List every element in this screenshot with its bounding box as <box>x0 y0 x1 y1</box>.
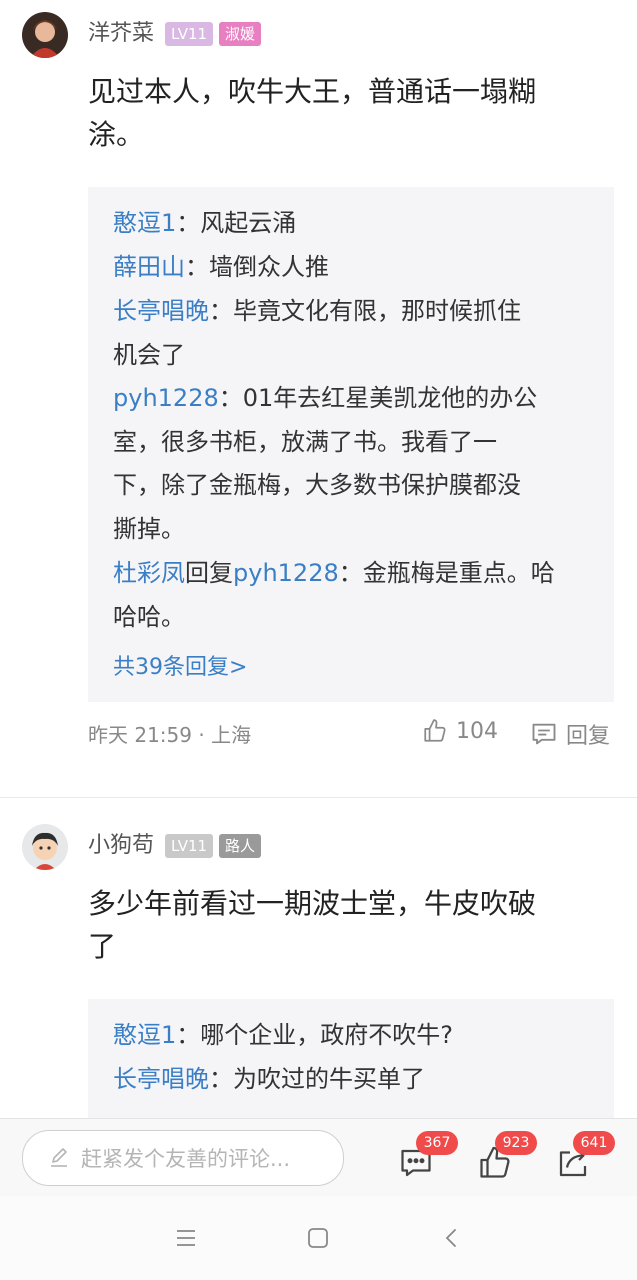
share-count-badge: 641 <box>573 1131 615 1155</box>
reply-author[interactable]: 长亭唱晚 <box>113 1065 209 1093</box>
title-badge: 路人 <box>219 834 262 858</box>
reply-separator: ： <box>185 253 209 281</box>
username[interactable]: 洋芥菜 <box>88 20 154 48</box>
like-button[interactable]: 104 <box>422 718 498 744</box>
reply-text: 下，除了金瓶梅，大多数书保护膜都没 <box>113 471 521 499</box>
like-count: 104 <box>456 718 498 744</box>
reply-item[interactable]: 长亭唱晚：毕竟文化有限，那时候抓住 机会了 <box>113 290 593 377</box>
reply-separator: ： <box>218 384 243 412</box>
comment-text-line: 涂。 <box>88 118 145 151</box>
reply-author[interactable]: pyh1228 <box>113 384 219 412</box>
replies-box[interactable]: 憨逗1：风起云涌 薛田山：墙倒众人推 长亭唱晚：毕竟文化有限，那时候抓住 机会了… <box>88 187 614 702</box>
reply-text: 风起云涌 <box>200 209 297 237</box>
reply-text: 为吹过的牛买单了 <box>233 1065 425 1093</box>
comment-text-line: 了 <box>88 930 117 963</box>
reply-button[interactable]: 回复 <box>530 718 610 750</box>
reply-author[interactable]: 杜彩凤 <box>113 559 185 587</box>
more-replies-link[interactable]: 共39条回复> <box>113 649 247 681</box>
avatar[interactable] <box>22 824 68 870</box>
like-count-badge: 923 <box>495 1131 537 1155</box>
back-button[interactable] <box>434 1220 470 1256</box>
reply-item[interactable]: 憨逗1：风起云涌 <box>113 202 593 246</box>
level-badge: LV11 <box>165 22 214 46</box>
level-badge: LV11 <box>165 834 214 858</box>
reply-text: 室，很多书柜，放满了书。我看了一 <box>113 427 497 456</box>
thumbs-up-icon <box>424 719 446 742</box>
menu-icon <box>177 1230 195 1246</box>
reply-item[interactable]: 憨逗1：哪个企业，政府不吹牛? <box>113 1014 593 1058</box>
reply-separator: ： <box>209 1065 233 1093</box>
reply-text: 哪个企业，政府不吹牛? <box>200 1021 454 1049</box>
reply-separator: ： <box>338 559 363 587</box>
username[interactable]: 小狗苟 <box>88 832 154 860</box>
back-icon <box>445 1229 456 1247</box>
reply-target-author[interactable]: pyh1228 <box>233 559 339 587</box>
system-nav-bar <box>0 1196 637 1280</box>
home-button[interactable] <box>300 1220 336 1256</box>
reply-text: 撕掉。 <box>113 514 185 543</box>
comment-count-badge: 367 <box>416 1131 458 1155</box>
reply-item[interactable]: 长亭唱晚：为吹过的牛买单了 <box>113 1058 593 1102</box>
reply-text: 哈哈。 <box>113 602 185 631</box>
reply-author[interactable]: 憨逗1 <box>113 1021 176 1049</box>
reply-item[interactable]: pyh1228：01年去红星美凯龙他的办公 室，很多书柜，放满了书。我看了一 下… <box>113 377 593 551</box>
reply-item[interactable]: 薛田山：墙倒众人推 <box>113 246 593 290</box>
comment-meta: 昨天 21:59 · 上海 <box>88 723 252 747</box>
reply-mid-text: 回复 <box>185 559 233 587</box>
reply-text: 墙倒众人推 <box>209 253 329 281</box>
comment-text-line: 见过本人，吹牛大王，普通话一塌糊 <box>88 75 537 108</box>
comment-text-line: 多少年前看过一期波士堂，牛皮吹破 <box>88 887 537 920</box>
replies-box[interactable]: 憨逗1：哪个企业，政府不吹牛? 长亭唱晚：为吹过的牛买单了 <box>88 999 614 1118</box>
divider <box>0 797 637 798</box>
comments-button[interactable]: 367 <box>398 1131 458 1185</box>
pencil-icon <box>51 1148 67 1167</box>
comment-icon <box>532 723 556 745</box>
reply-text: 毕竟文化有限，那时候抓住 <box>233 297 521 325</box>
reply-separator: ： <box>209 297 233 325</box>
reply-item[interactable]: 杜彩凤回复pyh1228：金瓶梅是重点。哈 哈哈。 <box>113 552 593 639</box>
reply-separator: ： <box>176 1021 201 1049</box>
reply-author[interactable]: 薛田山 <box>113 253 185 281</box>
menu-button[interactable] <box>168 1220 204 1256</box>
reply-text: 机会了 <box>113 340 185 369</box>
comment-text: 多少年前看过一期波士堂，牛皮吹破 了 <box>88 882 588 968</box>
like-button[interactable]: 923 <box>477 1131 537 1185</box>
avatar[interactable] <box>22 12 68 58</box>
comment-input-placeholder: 赶紧发个友善的评论... <box>81 1147 291 1171</box>
reply-author[interactable]: 憨逗1 <box>113 209 176 237</box>
comment-bar: 赶紧发个友善的评论... 367 923 641 <box>0 1118 637 1197</box>
reply-author[interactable]: 长亭唱晚 <box>113 297 209 325</box>
comment-text: 见过本人，吹牛大王，普通话一塌糊 涂。 <box>88 70 588 156</box>
share-button[interactable]: 641 <box>555 1131 615 1185</box>
comment-input[interactable]: 赶紧发个友善的评论... <box>22 1130 344 1186</box>
reply-text: 金瓶梅是重点。哈 <box>362 559 555 587</box>
reply-label: 回复 <box>566 724 611 749</box>
reply-separator: ： <box>176 209 201 237</box>
title-badge: 淑媛 <box>219 22 262 46</box>
reply-text: 01年去红星美凯龙他的办公 <box>242 384 538 412</box>
home-icon <box>308 1228 328 1248</box>
